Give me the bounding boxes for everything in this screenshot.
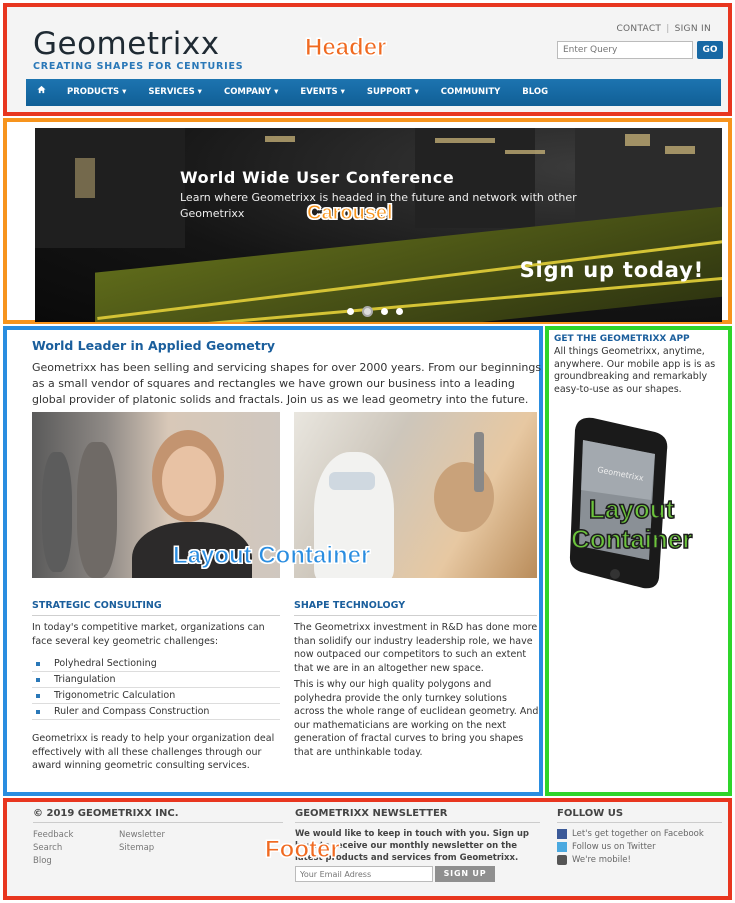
main-layout-container: World Leader in Applied Geometry Geometr… [3, 326, 543, 796]
carousel-dot-active[interactable] [362, 306, 373, 317]
nav-events[interactable]: EVENTS ▾ [289, 79, 355, 106]
sitemap-link[interactable]: Sitemap [119, 843, 154, 853]
background-figure [77, 442, 117, 578]
strategic-consulting-outro: Geometrixx is ready to help your organiz… [32, 733, 275, 771]
carousel-dot[interactable] [347, 308, 354, 315]
divider: | [666, 24, 670, 34]
list-item: Trigonometric Calculation [32, 688, 280, 704]
header-region: Geometrixx CREATING SHAPES FOR CENTURIES… [3, 3, 732, 116]
facebook-label: Let's get together on Facebook [572, 829, 704, 839]
footer-region-label: Footer [265, 836, 341, 864]
carousel-region-label: Carousel [307, 202, 394, 225]
carousel-region: World Wide User Conference Learn where G… [3, 118, 732, 324]
glove-shape [434, 462, 494, 532]
logo-tagline: CREATING SHAPES FOR CENTURIES [33, 61, 244, 72]
list-item: Polyhedral Sectioning [32, 656, 280, 672]
blog-link[interactable]: Blog [33, 856, 52, 866]
search-link[interactable]: Search [33, 843, 62, 853]
footer-region: © 2019 GEOMETRIXX INC. Feedback Search B… [3, 798, 732, 900]
carousel-slide[interactable]: World Wide User Conference Learn where G… [35, 128, 722, 322]
nav-blog[interactable]: BLOG [511, 79, 559, 106]
building-shape [35, 128, 185, 248]
background-figure [42, 452, 72, 572]
main-nav: PRODUCTS ▾ SERVICES ▾ COMPANY ▾ EVENTS ▾… [26, 79, 721, 106]
search-input[interactable] [557, 41, 693, 59]
nav-company[interactable]: COMPANY ▾ [213, 79, 289, 106]
newsletter-heading: GEOMETRIXX NEWSLETTER [295, 808, 540, 823]
home-icon[interactable] [26, 79, 56, 106]
main-region-label: Layout Container [172, 542, 371, 570]
challenges-list: Polyhedral Sectioning Triangulation Trig… [32, 656, 280, 720]
carousel-title: World Wide User Conference [180, 168, 455, 187]
app-promo-text: All things Geometrixx, anytime, anywhere… [554, 346, 716, 395]
feedback-link[interactable]: Feedback [33, 830, 73, 840]
contact-link[interactable]: CONTACT [616, 24, 661, 34]
logo[interactable]: Geometrixx CREATING SHAPES FOR CENTURIES [33, 27, 243, 72]
twitter-link[interactable]: Follow us on Twitter [557, 842, 656, 852]
window-light [625, 134, 650, 146]
strategic-consulting-intro: In today's competitive market, organizat… [32, 622, 265, 647]
carousel-pagination [347, 306, 403, 317]
window-light [265, 136, 295, 142]
twitter-icon [557, 842, 567, 852]
mobile-label: We're mobile! [572, 855, 631, 865]
side-layout-container: GET THE GEOMETRIXX APP All things Geomet… [545, 326, 732, 796]
shape-technology-para1: The Geometrixx investment in R&D has don… [294, 622, 538, 674]
shape-technology-heading: SHAPE TECHNOLOGY [294, 600, 537, 616]
carousel-dot[interactable] [381, 308, 388, 315]
nav-community[interactable]: COMMUNITY [430, 79, 512, 106]
logo-name: Geometrixx [33, 26, 220, 62]
list-item: Ruler and Compass Construction [32, 704, 280, 720]
carousel-cta[interactable]: Sign up today! [520, 258, 704, 282]
facebook-icon [557, 829, 567, 839]
nav-products[interactable]: PRODUCTS ▾ [56, 79, 137, 106]
facebook-link[interactable]: Let's get together on Facebook [557, 829, 704, 839]
newsletter-link[interactable]: Newsletter [119, 830, 165, 840]
page-title: World Leader in Applied Geometry [32, 338, 276, 353]
copyright: © 2019 GEOMETRIXX INC. [33, 808, 283, 823]
instrument-shape [474, 432, 484, 492]
follow-us-heading: FOLLOW US [557, 808, 722, 823]
window-light [75, 158, 95, 198]
side-region-label: Layout Container [570, 493, 693, 555]
twitter-label: Follow us on Twitter [572, 842, 656, 852]
face-shape [162, 446, 216, 516]
window-light [435, 138, 495, 143]
nav-services[interactable]: SERVICES ▾ [137, 79, 213, 106]
window-light [505, 150, 545, 154]
list-item: Triangulation [32, 672, 280, 688]
window-light [665, 146, 695, 154]
newsletter-signup-button[interactable]: SIGN UP [435, 866, 495, 882]
mobile-icon [557, 855, 567, 865]
side-region-label-line2: Container [570, 523, 693, 555]
mobile-link[interactable]: We're mobile! [557, 855, 631, 865]
header-region-label: Header [304, 34, 387, 62]
intro-text: Geometrixx has been selling and servicin… [32, 361, 542, 406]
sign-in-link[interactable]: SIGN IN [675, 24, 711, 34]
shape-technology-para2: This is why our high quality polygons an… [294, 679, 539, 758]
top-links: CONTACT | SIGN IN [616, 24, 711, 34]
search-go-button[interactable]: GO [697, 41, 723, 59]
nav-support[interactable]: SUPPORT ▾ [356, 79, 430, 106]
app-promo-title[interactable]: GET THE GEOMETRIXX APP [554, 334, 690, 344]
goggles-shape [329, 472, 375, 490]
carousel-dot[interactable] [396, 308, 403, 315]
strategic-consulting-heading: STRATEGIC CONSULTING [32, 600, 280, 616]
side-region-label-line1: Layout [588, 493, 675, 525]
newsletter-email-field[interactable] [295, 866, 433, 882]
